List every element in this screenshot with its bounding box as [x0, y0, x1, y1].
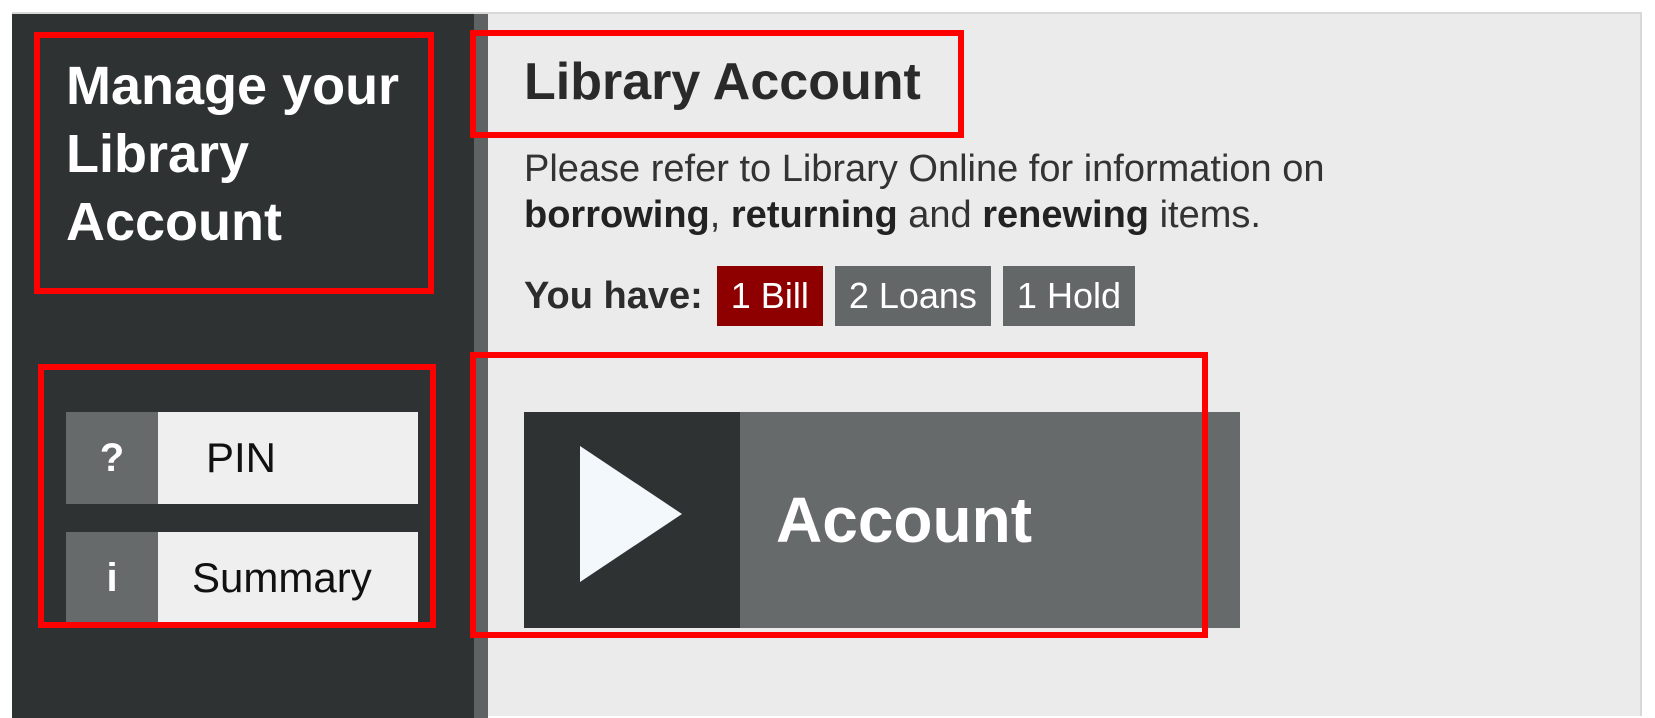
bills-badge[interactable]: 1 Bill — [716, 266, 823, 326]
account-summary: You have: 1 Bill 2 Loans 1 Hold — [524, 266, 1135, 326]
intro-and: and — [908, 194, 972, 236]
pin-button-label: PIN — [206, 434, 277, 481]
intro-renewing: renewing — [982, 194, 1150, 236]
summary-button[interactable]: i Summary — [66, 532, 418, 624]
intro-separator: , — [709, 194, 721, 236]
sidebar-divider — [474, 14, 488, 718]
intro-returning: returning — [730, 194, 898, 236]
intro-prefix: Please refer to Library Online for infor… — [524, 148, 1325, 190]
account-button-label: Account — [776, 484, 1032, 556]
question-icon: ? — [66, 412, 158, 504]
sidebar-title: Manage your Library Account — [66, 56, 400, 252]
info-icon: i — [66, 532, 158, 624]
intro-suffix: items. — [1159, 194, 1261, 236]
summary-button-label: Summary — [192, 554, 372, 601]
play-icon — [524, 412, 740, 628]
holds-badge[interactable]: 1 Hold — [1002, 266, 1135, 326]
page-title: Library Account — [524, 53, 921, 111]
account-button[interactable]: Account — [524, 412, 1240, 628]
you-have-label: You have: — [524, 274, 703, 317]
intro-text: Please refer to Library Online for infor… — [524, 146, 1424, 238]
pin-button[interactable]: ? PIN — [66, 412, 418, 504]
intro-borrowing: borrowing — [524, 194, 710, 236]
loans-badge[interactable]: 2 Loans — [834, 266, 991, 326]
